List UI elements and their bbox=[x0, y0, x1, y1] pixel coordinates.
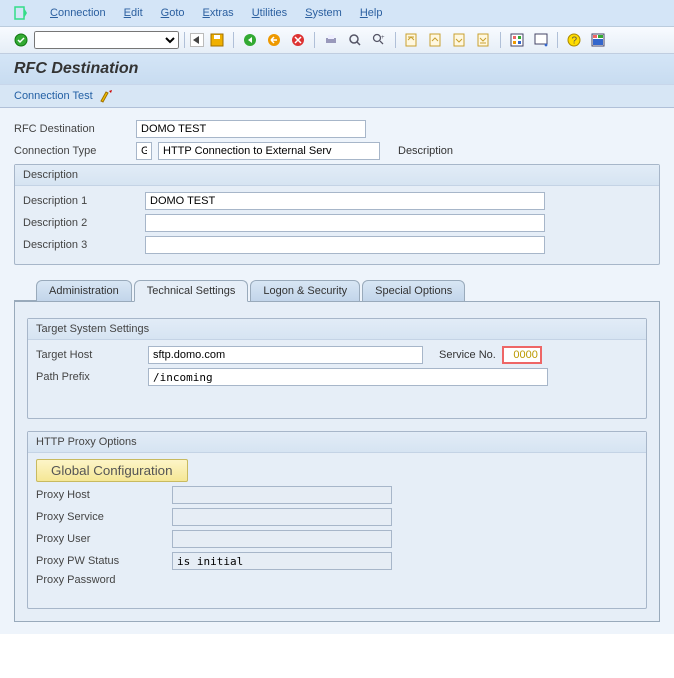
target-system-box: Target System Settings Target Host Servi… bbox=[27, 318, 647, 419]
conn-type-label: Connection Type bbox=[14, 145, 130, 157]
toolbar: + ? bbox=[0, 27, 674, 54]
proxy-service-input[interactable] bbox=[172, 508, 392, 526]
conn-type-text-input[interactable] bbox=[158, 142, 380, 160]
app-menu-icon[interactable] bbox=[11, 4, 31, 22]
service-no-input[interactable] bbox=[502, 346, 542, 364]
rfc-dest-label: RFC Destination bbox=[14, 123, 130, 135]
help-icon[interactable]: ? bbox=[564, 31, 584, 49]
menu-extras[interactable]: Extras bbox=[203, 7, 234, 19]
desc2-input[interactable] bbox=[145, 214, 545, 232]
svg-text:+: + bbox=[381, 35, 385, 41]
target-system-title: Target System Settings bbox=[28, 319, 646, 340]
exit-icon[interactable] bbox=[264, 31, 284, 49]
test-icon[interactable] bbox=[99, 89, 115, 103]
proxy-pwstatus-label: Proxy PW Status bbox=[36, 555, 166, 567]
proxy-host-label: Proxy Host bbox=[36, 489, 166, 501]
tabpanel-technical-settings: Target System Settings Target Host Servi… bbox=[14, 301, 660, 622]
menubar: Connection Edit Goto Extras Utilities Sy… bbox=[0, 0, 674, 27]
tab-administration[interactable]: Administration bbox=[36, 280, 132, 302]
description-label: Description bbox=[398, 145, 453, 157]
menu-connection[interactable]: Connection bbox=[50, 7, 106, 19]
proxy-host-input[interactable] bbox=[172, 486, 392, 504]
connection-test-button[interactable]: Connection Test bbox=[14, 90, 93, 102]
app-toolbar: Connection Test bbox=[0, 84, 674, 108]
path-prefix-label: Path Prefix bbox=[36, 371, 142, 383]
description-box: Description Description 1 Description 2 … bbox=[14, 164, 660, 265]
command-field[interactable] bbox=[34, 31, 179, 49]
new-session-icon[interactable] bbox=[507, 31, 527, 49]
layout-icon[interactable] bbox=[588, 31, 608, 49]
menu-utilities[interactable]: Utilities bbox=[252, 7, 287, 19]
cancel-icon[interactable] bbox=[288, 31, 308, 49]
menu-help[interactable]: Help bbox=[360, 7, 383, 19]
target-host-input[interactable] bbox=[148, 346, 423, 364]
next-page-icon[interactable] bbox=[450, 31, 470, 49]
proxy-pwstatus-input bbox=[172, 552, 392, 570]
last-page-icon[interactable] bbox=[474, 31, 494, 49]
save-icon[interactable] bbox=[207, 31, 227, 49]
service-no-label: Service No. bbox=[439, 349, 496, 361]
find-next-icon[interactable]: + bbox=[369, 31, 389, 49]
menu-system[interactable]: System bbox=[305, 7, 342, 19]
desc1-label: Description 1 bbox=[23, 195, 139, 207]
shortcut-icon[interactable] bbox=[531, 31, 551, 49]
enter-icon[interactable] bbox=[11, 31, 31, 49]
menu-goto[interactable]: Goto bbox=[161, 7, 185, 19]
description-box-title: Description bbox=[15, 165, 659, 186]
tab-logon-security[interactable]: Logon & Security bbox=[250, 280, 360, 302]
proxy-box-title: HTTP Proxy Options bbox=[28, 432, 646, 453]
proxy-password-label: Proxy Password bbox=[36, 574, 166, 586]
desc1-input[interactable] bbox=[145, 192, 545, 210]
desc3-input[interactable] bbox=[145, 236, 545, 254]
prev-page-icon[interactable] bbox=[426, 31, 446, 49]
global-config-button[interactable]: Global Configuration bbox=[36, 459, 188, 482]
find-icon[interactable] bbox=[345, 31, 365, 49]
desc2-label: Description 2 bbox=[23, 217, 139, 229]
proxy-service-label: Proxy Service bbox=[36, 511, 166, 523]
conn-type-code-input[interactable] bbox=[136, 142, 152, 160]
tab-technical-settings[interactable]: Technical Settings bbox=[134, 280, 249, 302]
proxy-user-label: Proxy User bbox=[36, 533, 166, 545]
rfc-destination-input[interactable] bbox=[136, 120, 366, 138]
tabstrip: Administration Technical Settings Logon … bbox=[14, 279, 660, 301]
print-icon[interactable] bbox=[321, 31, 341, 49]
back-dropdown-icon[interactable] bbox=[190, 33, 204, 47]
target-host-label: Target Host bbox=[36, 349, 142, 361]
menu-edit[interactable]: Edit bbox=[124, 7, 143, 19]
proxy-box: HTTP Proxy Options Global Configuration … bbox=[27, 431, 647, 609]
path-prefix-input[interactable] bbox=[148, 368, 548, 386]
svg-text:?: ? bbox=[572, 36, 578, 47]
content: RFC Destination Connection Type Descript… bbox=[0, 108, 674, 634]
back-icon[interactable] bbox=[240, 31, 260, 49]
first-page-icon[interactable] bbox=[402, 31, 422, 49]
proxy-user-input[interactable] bbox=[172, 530, 392, 548]
tab-special-options[interactable]: Special Options bbox=[362, 280, 465, 302]
desc3-label: Description 3 bbox=[23, 239, 139, 251]
title-area: RFC Destination bbox=[0, 54, 674, 84]
page-title: RFC Destination bbox=[14, 60, 660, 78]
